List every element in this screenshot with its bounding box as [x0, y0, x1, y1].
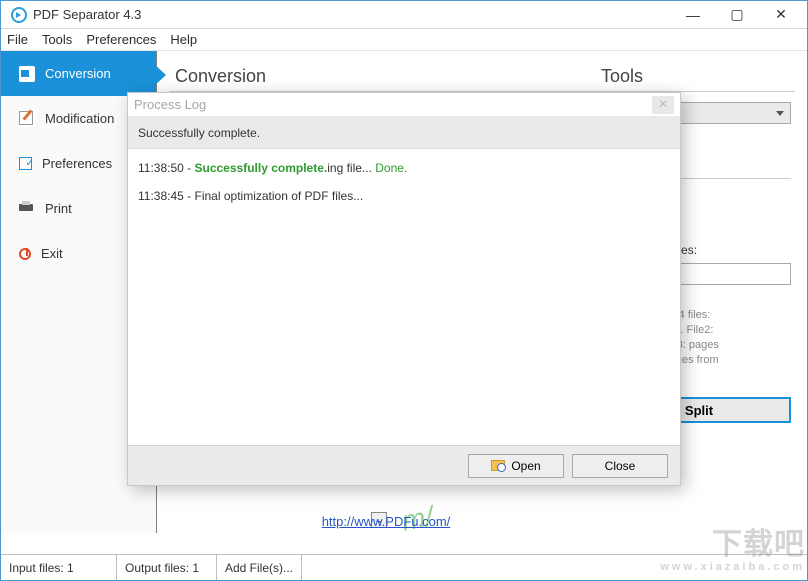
close-button[interactable]: Close — [572, 454, 668, 478]
log-time: 11:38:50 — [138, 161, 184, 175]
sidebar-item-label: Print — [45, 201, 72, 216]
status-output: Output files: 1 — [117, 555, 217, 580]
conversion-icon — [19, 66, 35, 82]
log-text: Final optimization of PDF files... — [195, 189, 364, 203]
log-tail: ing file... — [327, 161, 375, 175]
print-icon — [19, 201, 35, 217]
sidebar-item-label: Preferences — [42, 156, 112, 171]
menu-tools[interactable]: Tools — [42, 32, 72, 47]
status-add-files[interactable]: Add File(s)... — [217, 555, 302, 580]
minimize-button[interactable]: — — [671, 1, 715, 29]
sidebar-item-conversion[interactable]: Conversion — [1, 51, 156, 96]
log-done: Done. — [375, 161, 407, 175]
menu-preferences[interactable]: Preferences — [86, 32, 156, 47]
window-title: PDF Separator 4.3 — [33, 7, 141, 22]
titlebar: PDF Separator 4.3 — ▢ ✕ — [1, 1, 807, 29]
exit-icon — [19, 248, 31, 260]
statusbar: Input files: 1 Output files: 1 Add File(… — [1, 554, 807, 580]
sidebar-item-label: Conversion — [45, 66, 111, 81]
app-icon — [11, 7, 27, 23]
close-label: Close — [605, 459, 636, 473]
menubar: File Tools Preferences Help — [1, 29, 807, 51]
menu-file[interactable]: File — [7, 32, 28, 47]
sidebar-item-label: Exit — [41, 246, 63, 261]
log-time: 11:38:45 — [138, 189, 184, 203]
log-entry: 11:38:50 - Successfully complete.ing fil… — [138, 161, 670, 175]
open-button[interactable]: Open — [468, 454, 564, 478]
folder-icon — [491, 460, 505, 471]
website-link[interactable]: http://www.PDFu.com/ — [169, 514, 603, 529]
menu-help[interactable]: Help — [170, 32, 197, 47]
log-entry: 11:38:45 - Final optimization of PDF fil… — [138, 189, 670, 203]
dialog-titlebar: Process Log ✕ — [128, 93, 680, 117]
dialog-status: Successfully complete. — [128, 117, 680, 149]
tools-title: Tools — [601, 66, 643, 87]
preferences-icon — [19, 157, 32, 170]
dialog-body: 11:38:50 - Successfully complete.ing fil… — [128, 149, 680, 445]
page-title: Conversion — [175, 66, 601, 87]
modification-icon — [19, 111, 35, 127]
maximize-button[interactable]: ▢ — [715, 1, 759, 29]
dialog-title: Process Log — [134, 97, 206, 112]
dialog-close-icon[interactable]: ✕ — [652, 96, 674, 114]
sidebar-item-label: Modification — [45, 111, 114, 126]
log-success: Successfully complete. — [195, 161, 328, 175]
process-log-dialog: Process Log ✕ Successfully complete. 11:… — [127, 92, 681, 486]
content-header: Conversion Tools — [157, 51, 807, 91]
open-label: Open — [511, 459, 540, 473]
dialog-footer: Open Close — [128, 445, 680, 485]
close-window-button[interactable]: ✕ — [759, 1, 803, 29]
status-input: Input files: 1 — [1, 555, 117, 580]
